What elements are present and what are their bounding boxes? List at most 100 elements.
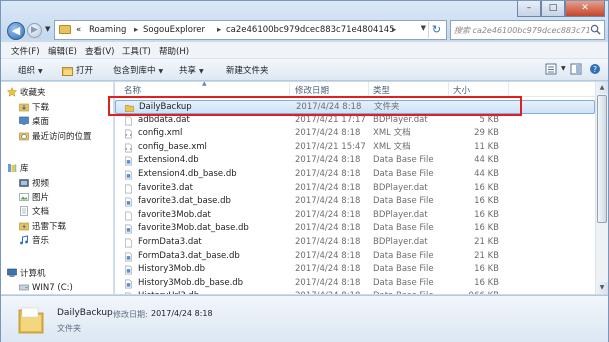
address-history-dropdown[interactable]: ▼	[421, 24, 426, 32]
file-modified: 2017/4/24 8:18	[295, 155, 361, 166]
organize-button[interactable]: 组织 ▼	[18, 64, 43, 76]
database-file-icon	[125, 225, 132, 234]
close-button[interactable]: ✕	[565, 1, 605, 17]
breadcrumb-separator-icon[interactable]: ▸	[217, 23, 221, 37]
nav-computer[interactable]: 计算机	[7, 268, 46, 281]
nav-documents[interactable]: 文档	[19, 205, 49, 219]
scroll-down-arrow-icon[interactable]: ▼	[596, 282, 608, 294]
database-file-icon	[125, 292, 131, 294]
table-row[interactable]: favorite3Mob.dat_base.db 2017/4/24 8:18 Da…	[115, 222, 595, 236]
file-modified: 2017/4/24 8:18	[295, 223, 361, 234]
search-input[interactable]	[454, 23, 589, 37]
column-divider[interactable]	[289, 82, 290, 97]
menu-tools[interactable]: 工具(T)	[122, 45, 151, 57]
breadcrumb-separator-icon[interactable]: ▸	[134, 23, 138, 37]
column-size[interactable]: 大小	[453, 84, 470, 96]
vertical-scrollbar[interactable]: ▲ ▼	[595, 82, 608, 294]
table-row[interactable]: config_base.xml 2017/4/21 15:47 XML 文档 11 K…	[115, 141, 595, 155]
table-row-selected[interactable]: DailyBackup 2017/4/24 8:18 文件夹	[115, 100, 595, 114]
table-row[interactable]: favorite3Mob.dat 2017/4/24 8:18 BDPlayer.d…	[115, 209, 595, 223]
table-row[interactable]: History3Mob.db_base.db 2017/4/24 8:18 Data…	[115, 277, 595, 291]
help-icon[interactable]: ?	[589, 63, 601, 75]
details-modified-value: 2017/4/24 8:18	[151, 309, 213, 318]
table-row[interactable]: adbdata.dat 2017/4/21 17:17 BDPlayer.dat 5 …	[115, 114, 595, 128]
xml-file-icon	[125, 129, 132, 139]
include-in-library-button[interactable]: 包含到库中 ▼	[113, 64, 163, 76]
menu-view[interactable]: 查看(V)	[85, 45, 114, 57]
file-name: Extension4.db_base.db	[138, 168, 237, 179]
column-name[interactable]: 名称	[124, 84, 141, 96]
table-row[interactable]: History3Mob.db 2017/4/24 8:18 Data Base Fi…	[115, 263, 595, 277]
view-options-dropdown[interactable]: ▼	[558, 63, 566, 73]
nav-drive-label: WIN7 (C:)	[32, 283, 73, 293]
nav-desktop[interactable]: 桌面	[19, 116, 49, 129]
thunder-download-icon	[19, 222, 29, 230]
forward-button[interactable]: ▶	[27, 23, 42, 38]
command-bar: 组织 ▼ 打开 包含到库中 ▼ 共享 ▼ 新建文件夹 ▼ ?	[1, 59, 608, 81]
table-row[interactable]: FormData3.dat 2017/4/24 8:18 BDPlayer.dat 2…	[115, 236, 595, 250]
table-row[interactable]: HistoryUrl3.db 2017/4/24 8:18 Data Base Fi…	[115, 290, 595, 294]
breadcrumb-separator-icon[interactable]: ▸	[392, 23, 396, 37]
scrollbar-thumb[interactable]	[597, 95, 607, 223]
file-name: FormData3.dat_base.db	[138, 250, 240, 261]
column-modified[interactable]: 修改日期	[295, 84, 329, 96]
nav-favorites[interactable]: 收藏夹	[7, 86, 46, 100]
file-name: FormData3.dat	[138, 236, 202, 247]
menu-edit[interactable]: 编辑(E)	[48, 45, 77, 57]
nav-thunder-downloads[interactable]: 迅雷下载	[19, 221, 66, 234]
table-row[interactable]: FormData3.dat_base.db 2017/4/24 8:18 Data …	[115, 250, 595, 264]
column-type[interactable]: 类型	[373, 84, 390, 96]
xml-file-icon	[125, 143, 132, 153]
nav-libraries[interactable]: 库	[7, 163, 29, 176]
large-folder-icon	[18, 307, 44, 334]
menu-help[interactable]: 帮助(H)	[159, 45, 189, 57]
nav-desktop-label: 桌面	[32, 117, 50, 127]
view-options-icon[interactable]	[545, 63, 557, 75]
menu-file[interactable]: 文件(F)	[11, 45, 40, 57]
maximize-button[interactable]: □	[541, 1, 565, 17]
address-bar[interactable]: « Roaming ▸ SogouExplorer ▸ ca2e46100bc9…	[54, 20, 447, 40]
nav-music[interactable]: 音乐	[19, 234, 49, 248]
breadcrumb-sogouexplorer[interactable]: SogouExplorer	[143, 23, 205, 37]
nav-pictures[interactable]: 图片	[19, 192, 49, 205]
file-list: 名称 ▲ 修改日期 类型 大小 DailyBackup 2017/4/24 8:1…	[115, 82, 608, 294]
organize-label: 组织	[18, 66, 36, 76]
table-row[interactable]: favorite3.dat 2017/4/24 8:18 BDPlayer.dat 1…	[115, 182, 595, 196]
recent-pages-dropdown[interactable]: ▼	[45, 25, 50, 33]
table-row[interactable]: config.xml 2017/4/24 8:18 XML 文档 29 KB	[115, 127, 595, 141]
nav-downloads[interactable]: 下载	[19, 102, 49, 115]
preview-pane-icon[interactable]	[570, 63, 582, 75]
refresh-icon[interactable]: ↻	[428, 22, 444, 38]
file-size: 16 KB	[474, 209, 499, 220]
file-modified: 2017/4/24 8:18	[295, 182, 361, 193]
column-divider[interactable]	[448, 82, 449, 97]
nav-recent-places[interactable]: 最近访问的位置	[19, 131, 92, 144]
table-row[interactable]: Extension4.db_base.db 2017/4/24 8:18 Data …	[115, 168, 595, 182]
column-divider[interactable]	[508, 82, 509, 97]
column-divider[interactable]	[368, 82, 369, 97]
address-overflow[interactable]: «	[76, 23, 81, 37]
table-row[interactable]: Extension4.db 2017/4/24 8:18 Data Base Fil…	[115, 154, 595, 168]
nav-videos-label: 视频	[32, 179, 50, 189]
nav-videos[interactable]: 视频	[19, 178, 49, 191]
library-icon	[8, 163, 17, 172]
open-button[interactable]: 打开	[62, 64, 93, 76]
file-modified: 2017/4/24 8:18	[295, 168, 361, 179]
download-folder-icon	[19, 103, 29, 111]
file-modified: 2017/4/24 8:18	[295, 250, 361, 261]
share-button[interactable]: 共享 ▼	[179, 64, 204, 76]
search-icon[interactable]	[590, 24, 601, 35]
table-row[interactable]: favorite3.dat_base.db 2017/4/24 8:18 Data …	[115, 195, 595, 209]
file-modified: 2017/4/24 8:18	[295, 290, 360, 294]
file-name: DailyBackup	[139, 102, 192, 112]
file-type: Data Base File	[373, 196, 434, 207]
nav-drive-c[interactable]: WIN7 (C:)	[19, 282, 73, 294]
new-folder-button[interactable]: 新建文件夹	[226, 64, 269, 76]
minimize-button[interactable]: –	[517, 1, 541, 17]
breadcrumb-roaming[interactable]: Roaming	[89, 23, 126, 37]
back-button[interactable]: ◀	[7, 22, 25, 40]
svg-text:?: ?	[593, 65, 597, 74]
breadcrumb-current-folder[interactable]: ca2e46100bc979dcec883c71e4804145	[226, 23, 395, 37]
scroll-up-arrow-icon[interactable]: ▲	[596, 82, 608, 94]
search-box[interactable]	[450, 20, 605, 40]
